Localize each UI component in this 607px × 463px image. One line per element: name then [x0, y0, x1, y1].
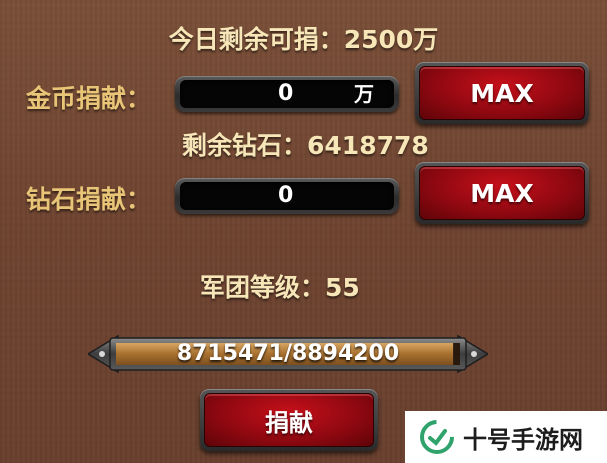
gold-input-unit: 万 [354, 82, 374, 106]
legion-level-label: 军团等级： [200, 273, 326, 302]
watermark-text: 十号手游网 [463, 425, 583, 454]
shiyao-logo-icon [420, 420, 454, 454]
gold-input-value: 0 [278, 81, 294, 106]
gold-max-button[interactable]: MAX [415, 62, 589, 124]
gold-donation-label: 金币捐献： [26, 84, 152, 113]
gold-donation-input[interactable]: 0 万 [175, 76, 399, 112]
gem-input-field[interactable]: 0 [180, 182, 394, 210]
donate-button-label: 捐献 [204, 393, 374, 447]
remaining-gems-label: 剩余钻石： [182, 131, 308, 160]
remaining-gems-line: 剩余钻石：6418778 [182, 126, 429, 162]
site-watermark: 十号手游网 [405, 411, 607, 463]
legion-level-line: 军团等级：55 [200, 268, 360, 304]
gem-donation-label: 钻石捐献： [26, 185, 152, 214]
gem-max-button-label: MAX [419, 166, 585, 220]
remaining-donation-value: 2500万 [343, 25, 439, 54]
gem-donation-input[interactable]: 0 [175, 178, 399, 214]
progress-text: 8715471/8894200 [176, 341, 400, 366]
gold-input-field[interactable]: 0 万 [180, 80, 394, 108]
remaining-donation-line: 今日剩余可捐：2500万 [0, 20, 607, 56]
gem-max-button[interactable]: MAX [415, 162, 589, 224]
gem-input-value: 0 [278, 183, 294, 208]
gold-max-button-label: MAX [419, 66, 585, 120]
remaining-gems-value: 6418778 [307, 131, 429, 160]
remaining-donation-label: 今日剩余可捐： [168, 25, 344, 54]
legion-level-value: 55 [325, 273, 360, 302]
donate-button[interactable]: 捐献 [200, 389, 378, 451]
